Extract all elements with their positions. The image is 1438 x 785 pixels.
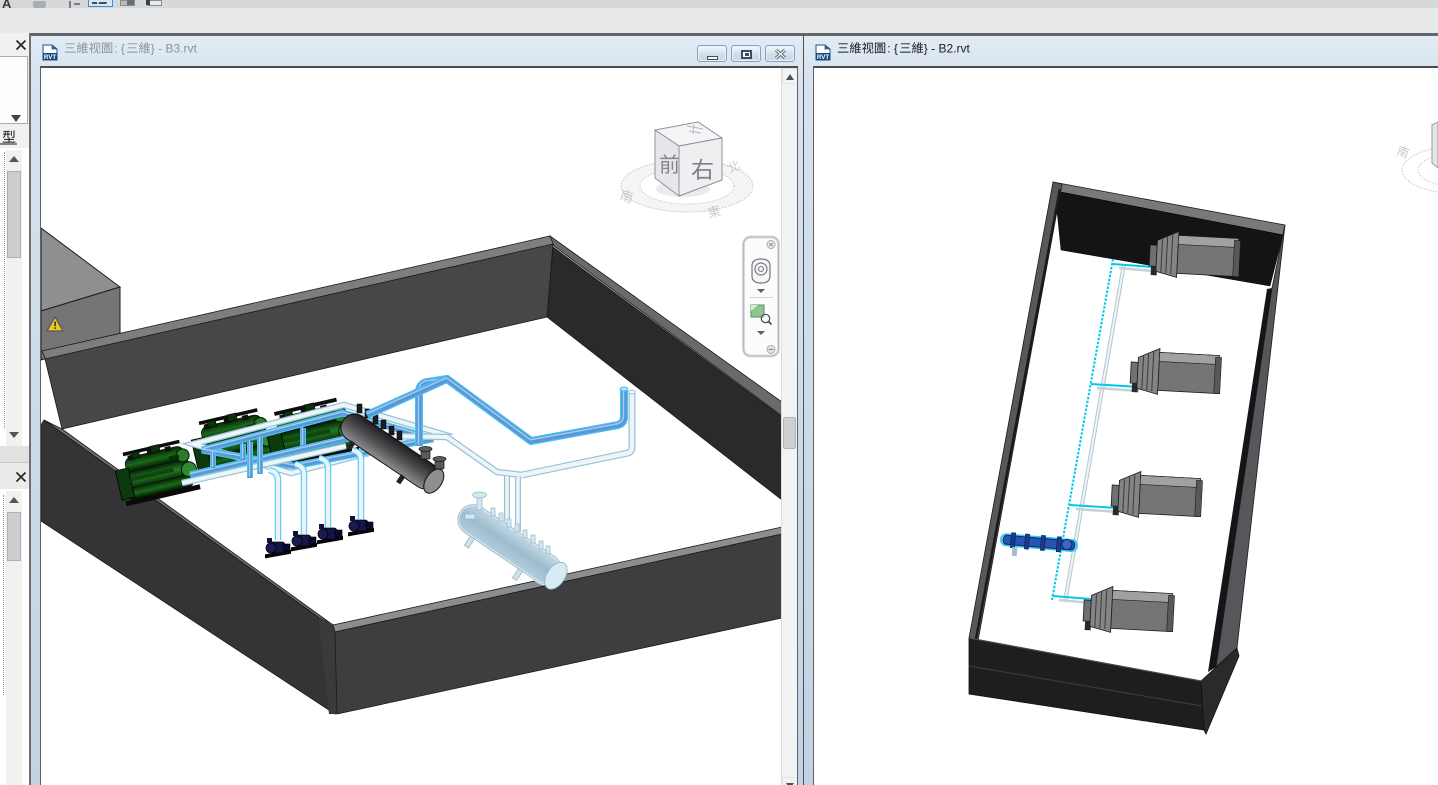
svg-text:} - B3.rvt: } - B3.rvt: [151, 42, 198, 56]
svg-text:: {: : {: [114, 42, 125, 56]
svg-text:: {: : {: [887, 42, 898, 56]
svg-text:RVT: RVT: [817, 54, 829, 61]
svg-text:RVT: RVT: [44, 54, 56, 61]
svg-text:} - B2.rvt: } - B2.rvt: [924, 42, 971, 56]
